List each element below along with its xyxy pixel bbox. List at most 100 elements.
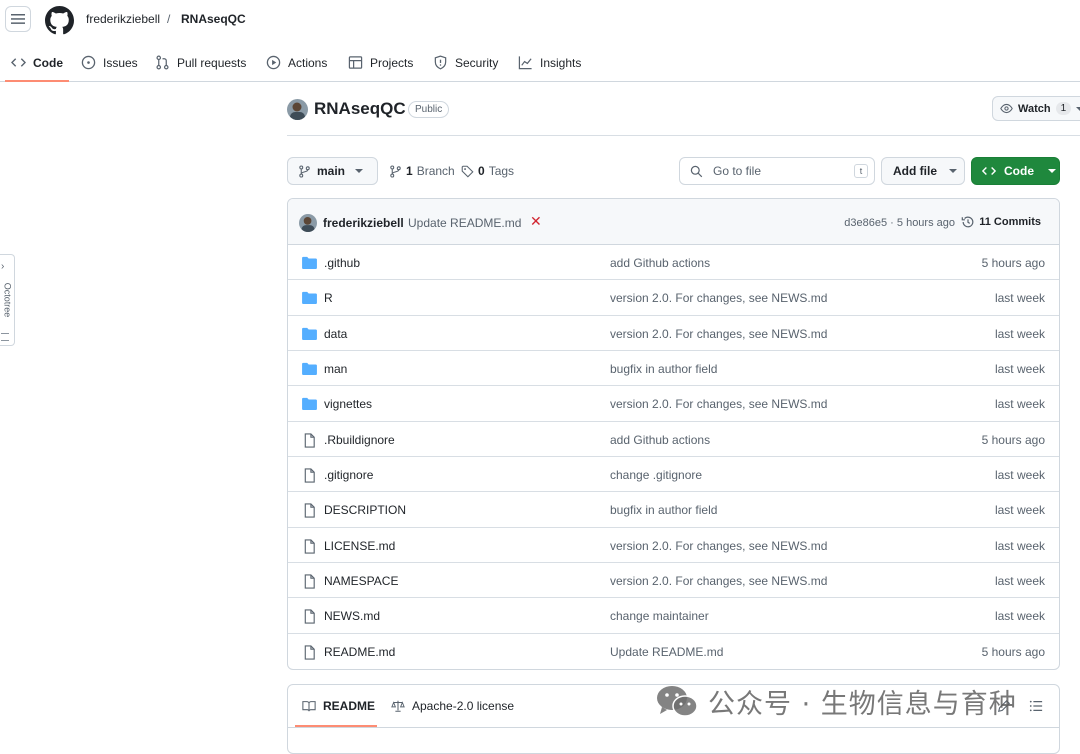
file-row[interactable]: data version 2.0. For changes, see NEWS.m… [288, 316, 1059, 351]
tab-security[interactable]: Security [433, 44, 498, 81]
file-commit-message[interactable]: bugfix in author field [610, 503, 717, 517]
file-row[interactable]: LICENSE.md version 2.0. For changes, see … [288, 528, 1059, 563]
tab-code[interactable]: Code [5, 44, 69, 82]
file-row[interactable]: NAMESPACE version 2.0. For changes, see N… [288, 563, 1059, 599]
file-commit-message[interactable]: change .gitignore [610, 468, 702, 482]
file-age: last week [994, 573, 1045, 588]
menu-button[interactable] [5, 6, 31, 32]
tab-label: Insights [540, 55, 582, 70]
code-icon [982, 167, 996, 175]
graph-icon [518, 56, 532, 70]
file-name[interactable]: NAMESPACE [324, 574, 398, 588]
tags-link[interactable]: 0 Tags [461, 164, 514, 178]
wechat-icon [657, 685, 698, 717]
branch-name: main [317, 164, 346, 178]
file-commit-message[interactable]: bugfix in author field [610, 362, 717, 376]
commit-author[interactable]: frederikziebell [323, 216, 404, 230]
file-commit-message[interactable]: add Github actions [610, 256, 710, 270]
github-logo-icon[interactable] [45, 6, 74, 35]
file-name[interactable]: R [324, 291, 333, 305]
tab-insights[interactable]: Insights [518, 44, 581, 81]
caret-down-icon [355, 169, 364, 173]
file-row[interactable]: vignettes version 2.0. For changes, see N… [288, 386, 1059, 422]
list-unordered-icon[interactable] [1029, 699, 1043, 713]
file-commit-message[interactable]: change maintainer [610, 609, 709, 623]
file-name[interactable]: .github [324, 256, 360, 270]
file-row[interactable]: DESCRIPTION bugfix in author field last we… [288, 492, 1059, 528]
file-age: last week [994, 291, 1045, 306]
issue-opened-icon [81, 55, 96, 70]
file-name[interactable]: vignettes [324, 397, 372, 411]
file-age: 5 hours ago [981, 432, 1045, 447]
commit-author-avatar[interactable] [299, 214, 317, 232]
file-age: last week [994, 397, 1045, 412]
tags-count: 0 [478, 164, 485, 178]
file-commit-message[interactable]: add Github actions [610, 433, 710, 447]
file-name[interactable]: man [324, 362, 347, 376]
caret-down-icon [1048, 169, 1056, 173]
branches-label: Branch [416, 164, 455, 178]
code-button[interactable]: Code [971, 157, 1060, 185]
file-age: last week [994, 503, 1045, 518]
repo-nav-tabs: Code Issues Pull requests Actions Projec… [0, 44, 1080, 82]
file-row[interactable]: man bugfix in author field last week [288, 351, 1059, 387]
file-age: last week [994, 361, 1045, 376]
folder-icon [302, 291, 317, 305]
watch-label: Watch [1018, 102, 1051, 115]
check-failed-icon[interactable]: ✕ [530, 213, 542, 230]
file-name[interactable]: DESCRIPTION [324, 503, 406, 517]
file-commit-message[interactable]: version 2.0. For changes, see NEWS.md [610, 291, 827, 305]
watch-count: 1 [1055, 102, 1072, 115]
folder-icon [302, 327, 317, 340]
owner-avatar[interactable] [287, 99, 308, 120]
tab-license[interactable]: Apache-2.0 license [391, 699, 514, 713]
file-name[interactable]: .gitignore [324, 468, 373, 482]
add-file-button[interactable]: Add file [881, 157, 965, 185]
branches-count: 1 [406, 164, 413, 178]
file-commit-message[interactable]: Update README.md [610, 645, 723, 659]
commit-message[interactable]: Update README.md [408, 216, 521, 230]
code-button-label: Code [1004, 164, 1034, 178]
file-row[interactable]: .github add Github actions 5 hours ago [288, 245, 1059, 281]
file-name[interactable]: .Rbuildignore [324, 433, 395, 447]
tab-label: README [323, 699, 376, 713]
file-commit-message[interactable]: version 2.0. For changes, see NEWS.md [610, 574, 827, 588]
tab-pull-requests[interactable]: Pull requests [155, 44, 246, 81]
tab-actions[interactable]: Actions [266, 44, 327, 81]
commits-link[interactable]: 11 Commits [961, 215, 1041, 229]
octotree-toggle[interactable]: › Octotree [0, 254, 15, 346]
breadcrumb-repo[interactable]: RNAseqQC [181, 12, 246, 26]
file-age: last week [994, 609, 1045, 624]
tab-issues[interactable]: Issues [81, 44, 138, 81]
branches-link[interactable]: 1 Branch [389, 164, 455, 178]
file-name[interactable]: NEWS.md [324, 609, 380, 623]
tab-projects[interactable]: Projects [348, 44, 413, 81]
file-row[interactable]: README.md Update README.md 5 hours ago [288, 634, 1059, 669]
breadcrumb-owner[interactable]: frederikziebell [86, 12, 160, 26]
folder-icon [302, 256, 317, 269]
file-commit-message[interactable]: version 2.0. For changes, see NEWS.md [610, 327, 827, 341]
watch-button[interactable]: Watch 1 [992, 96, 1080, 121]
tab-readme[interactable]: README [302, 699, 375, 713]
commit-hash-time[interactable]: d3e86e5 · 5 hours ago [844, 217, 955, 229]
latest-commit-bar: frederikziebell Update README.md ✕ d3e86… [288, 199, 1059, 245]
law-icon [391, 700, 405, 712]
tags-label: Tags [488, 164, 515, 178]
file-row[interactable]: NEWS.md change maintainer last week [288, 598, 1059, 634]
folder-icon [302, 397, 317, 411]
file-row[interactable]: .Rbuildignore add Github actions 5 hours a… [288, 422, 1059, 457]
repo-name[interactable]: RNAseqQC [314, 99, 406, 119]
wechat-watermark: 公众号 · 生物信息与育种 [656, 682, 1017, 721]
file-row[interactable]: .gitignore change .gitignore last week [288, 457, 1059, 493]
branch-select-button[interactable]: main [287, 157, 378, 185]
hamburger-icon [11, 14, 25, 24]
go-to-file-search[interactable]: t [679, 157, 875, 185]
git-pull-request-icon [156, 55, 169, 70]
file-name[interactable]: LICENSE.md [324, 539, 395, 553]
file-name[interactable]: data [324, 327, 347, 341]
file-name[interactable]: README.md [324, 645, 395, 659]
file-commit-message[interactable]: version 2.0. For changes, see NEWS.md [610, 539, 827, 553]
file-row[interactable]: Rversion 2.0. For changes, see NEWS.md la… [288, 280, 1059, 316]
file-commit-message[interactable]: version 2.0. For changes, see NEWS.md [610, 397, 827, 411]
go-to-file-input[interactable] [711, 163, 835, 179]
